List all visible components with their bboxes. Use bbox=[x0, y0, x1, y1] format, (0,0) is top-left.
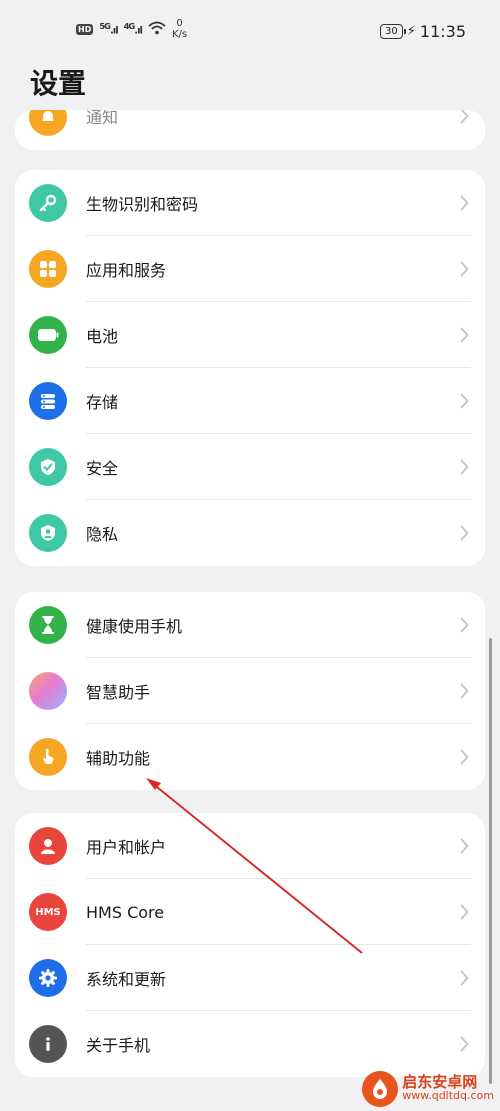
settings-item-privacy[interactable]: 隐私 bbox=[15, 500, 485, 566]
grid-icon bbox=[29, 250, 67, 288]
watermark-name: 启东安卓网 bbox=[402, 1073, 478, 1091]
bell-icon bbox=[29, 110, 67, 136]
chevron-right-icon bbox=[460, 327, 469, 343]
card-system-group: 用户和帐户 HMS HMS Core 系统和更新 关于手机 bbox=[15, 813, 485, 1077]
status-right: 30 ⚡ 11:35 bbox=[380, 22, 466, 41]
info-icon bbox=[29, 1025, 67, 1063]
settings-item-label: 健康使用手机 bbox=[86, 617, 183, 636]
settings-item-notifications[interactable]: 通知 bbox=[15, 110, 485, 150]
user-icon bbox=[29, 827, 67, 865]
settings-item-accounts[interactable]: 用户和帐户 bbox=[15, 813, 485, 879]
speed-unit: K/s bbox=[171, 29, 188, 40]
settings-item-label: 生物识别和密码 bbox=[86, 195, 199, 214]
settings-item-digital-balance[interactable]: 健康使用手机 bbox=[15, 592, 485, 658]
clock: 11:35 bbox=[419, 22, 466, 41]
key-icon bbox=[29, 184, 67, 222]
chevron-right-icon bbox=[460, 110, 469, 124]
chevron-right-icon bbox=[460, 525, 469, 541]
card-assist-group: 健康使用手机 智慧助手 辅助功能 bbox=[15, 592, 485, 790]
hms-icon-text: HMS bbox=[35, 906, 61, 918]
settings-item-security[interactable]: 安全 bbox=[15, 434, 485, 500]
chevron-right-icon bbox=[460, 459, 469, 475]
battery-icon bbox=[29, 316, 67, 354]
chevron-right-icon bbox=[460, 683, 469, 699]
storage-icon bbox=[29, 382, 67, 420]
privacy-icon bbox=[29, 514, 67, 552]
shield-check-icon bbox=[29, 448, 67, 486]
watermark-url: www.qdltdq.com bbox=[402, 1089, 494, 1102]
chevron-right-icon bbox=[460, 749, 469, 765]
settings-item-hms-core[interactable]: HMS HMS Core bbox=[15, 879, 485, 945]
watermark-text: 启东安卓网 www.qdltdq.com bbox=[402, 1075, 494, 1103]
chevron-right-icon bbox=[460, 617, 469, 633]
settings-item-system-update[interactable]: 系统和更新 bbox=[15, 945, 485, 1011]
sim2-label: 4G bbox=[123, 21, 136, 32]
settings-item-label: 电池 bbox=[86, 327, 119, 346]
chevron-right-icon bbox=[460, 838, 469, 854]
settings-item-label: 智慧助手 bbox=[86, 683, 151, 702]
charging-icon: ⚡ bbox=[406, 24, 416, 39]
settings-item-label: HMS Core bbox=[86, 902, 165, 922]
chevron-right-icon bbox=[460, 195, 469, 211]
watermark-logo-icon bbox=[362, 1071, 399, 1107]
signal-5g-icon: 5G.ıl bbox=[99, 21, 118, 37]
sim1-label: 5G bbox=[99, 21, 111, 32]
card-notifications-partial: 通知 bbox=[15, 110, 485, 150]
settings-item-label: 安全 bbox=[86, 459, 119, 478]
settings-item-storage[interactable]: 存储 bbox=[15, 368, 485, 434]
settings-item-label: 通知 bbox=[86, 110, 119, 127]
settings-item-apps[interactable]: 应用和服务 bbox=[15, 236, 485, 302]
chevron-right-icon bbox=[460, 261, 469, 277]
hms-icon: HMS bbox=[29, 893, 67, 931]
assistant-orb-icon bbox=[29, 672, 67, 710]
settings-item-label: 关于手机 bbox=[86, 1036, 151, 1055]
wifi-icon bbox=[148, 21, 166, 38]
network-speed: 0 K/s bbox=[172, 18, 187, 40]
settings-item-about-phone[interactable]: 关于手机 bbox=[15, 1011, 485, 1077]
settings-item-battery[interactable]: 电池 bbox=[15, 302, 485, 368]
scrollbar[interactable] bbox=[489, 638, 492, 1084]
settings-item-label: 系统和更新 bbox=[86, 970, 167, 989]
chevron-right-icon bbox=[460, 393, 469, 409]
page-title: 设置 bbox=[30, 67, 87, 100]
settings-item-label: 辅助功能 bbox=[86, 749, 151, 768]
settings-item-label: 隐私 bbox=[86, 525, 119, 544]
settings-item-label: 用户和帐户 bbox=[86, 838, 167, 857]
settings-item-smart-assistant[interactable]: 智慧助手 bbox=[15, 658, 485, 724]
gear-icon bbox=[29, 959, 67, 997]
settings-item-label: 存储 bbox=[86, 393, 119, 412]
hourglass-icon bbox=[29, 606, 67, 644]
status-bar: HD 5G.ıl 4G.ıl 0 K/s 30 ⚡ 11:35 bbox=[0, 0, 500, 64]
chevron-right-icon bbox=[460, 970, 469, 986]
watermark: 启东安卓网 www.qdltdq.com bbox=[362, 1071, 494, 1107]
battery-indicator: 30 bbox=[380, 24, 406, 39]
card-security-group: 生物识别和密码 应用和服务 电池 存储 安全 隐私 bbox=[15, 170, 485, 566]
chevron-right-icon bbox=[460, 1036, 469, 1052]
signal-4g-icon: 4G.ıl bbox=[123, 21, 143, 37]
settings-item-biometrics[interactable]: 生物识别和密码 bbox=[15, 170, 485, 236]
speed-value: 0 bbox=[176, 18, 183, 29]
chevron-right-icon bbox=[460, 904, 469, 920]
settings-item-label: 应用和服务 bbox=[86, 261, 167, 280]
hand-icon bbox=[29, 738, 67, 776]
status-left: HD 5G.ıl 4G.ıl 0 K/s bbox=[76, 18, 187, 40]
hd-badge: HD bbox=[76, 23, 94, 35]
settings-item-accessibility[interactable]: 辅助功能 bbox=[15, 724, 485, 790]
